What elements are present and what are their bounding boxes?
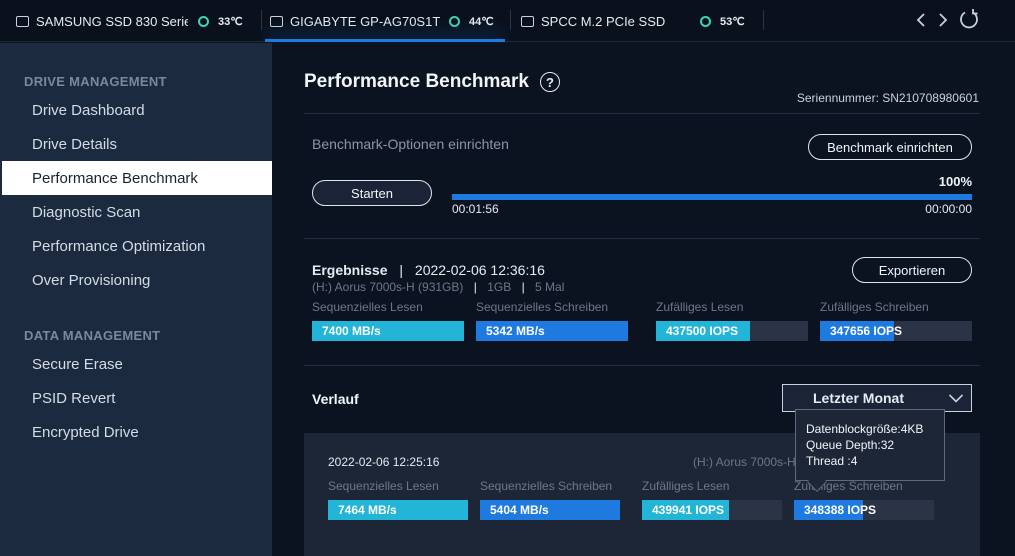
- results-datetime: 2022-02-06 12:36:16: [414, 262, 545, 278]
- tooltip: Datenblockgröße:4KB Queue Depth:32 Threa…: [795, 409, 945, 492]
- results-heading: Ergebnisse | 2022-02-06 12:36:16: [312, 262, 545, 278]
- chevron-left-icon[interactable]: [915, 10, 927, 34]
- page-title: Performance Benchmark: [304, 71, 529, 92]
- rand-write-value: 347656 IOPS: [830, 324, 903, 338]
- rand-read-value: 439941 IOPS: [652, 503, 725, 517]
- seq-read-value: 7400 MB/s: [322, 324, 381, 338]
- history-filter-value: Letzter Monat: [813, 390, 904, 406]
- seq-write-value: 5342 MB/s: [486, 324, 545, 338]
- history-datetime: 2022-02-06 12:25:16: [328, 455, 440, 469]
- sidebar-item-drive-details[interactable]: Drive Details: [2, 127, 272, 161]
- drive-icon: [270, 15, 283, 27]
- rand-write-label: Zufälliges Schreiben: [820, 300, 929, 314]
- temperature-status-icon: [198, 15, 209, 27]
- sidebar-item-performance-optimization[interactable]: Performance Optimization: [2, 229, 272, 263]
- drive-tab-bar: SAMSUNG SSD 830 Series 33℃ GIGABYTE GP-A…: [0, 0, 1015, 42]
- rand-write-value: 348388 IOPS: [804, 503, 877, 517]
- active-tab-indicator: [265, 39, 505, 42]
- start-button[interactable]: Starten: [312, 180, 432, 206]
- history-drive: (H:) Aorus 7000s-H: [693, 455, 796, 469]
- drive-tab-name: SAMSUNG SSD 830 Series: [36, 13, 188, 29]
- history-filter-select[interactable]: Letzter Monat: [782, 384, 972, 412]
- seq-read-value: 7464 MB/s: [338, 503, 397, 517]
- sidebar-item-drive-dashboard[interactable]: Drive Dashboard: [2, 93, 272, 127]
- divider: [304, 365, 980, 366]
- temp-value: 33℃: [218, 15, 243, 28]
- rand-read-bar: 437500 IOPS: [656, 321, 808, 341]
- tab-divider: [510, 10, 511, 30]
- sidebar-item-psid-revert[interactable]: PSID Revert: [2, 381, 272, 415]
- results-size: 1GB: [487, 280, 512, 294]
- results-title: Ergebnisse: [312, 262, 388, 278]
- separator: |: [521, 280, 525, 294]
- seq-read-bar: 7400 MB/s: [312, 321, 464, 341]
- seq-write-bar: 5342 MB/s: [476, 321, 628, 341]
- temperature-status-icon: [449, 15, 460, 27]
- drive-tab-1[interactable]: GIGABYTE GP-AG70S1TB: [270, 0, 440, 42]
- separator: |: [399, 262, 404, 278]
- drive-tab-2[interactable]: SPCC M.2 PCIe SSD: [521, 0, 691, 42]
- rand-write-bar: 348388 IOPS: [794, 500, 934, 520]
- results-runs: 5 Mal: [535, 280, 565, 294]
- drive-temp-2: 53℃: [700, 0, 745, 42]
- rand-read-bar: 439941 IOPS: [642, 500, 782, 520]
- results-drive: (H:) Aorus 7000s-H (931GB): [312, 280, 464, 294]
- tab-divider: [261, 10, 262, 30]
- data-management-title: DATA MANAGEMENT: [24, 328, 161, 343]
- temp-value: 44℃: [469, 15, 494, 28]
- temperature-status-icon: [700, 15, 711, 27]
- drive-tab-0[interactable]: SAMSUNG SSD 830 Series: [16, 0, 188, 42]
- seq-read-bar: 7464 MB/s: [328, 500, 468, 520]
- benchmark-options-label: Benchmark-Optionen einrichten: [312, 136, 509, 152]
- rand-read-value: 437500 IOPS: [666, 324, 739, 338]
- rand-read-label: Zufälliges Lesen: [656, 300, 744, 314]
- elapsed-time: 00:01:56: [452, 202, 499, 216]
- tab-divider: [763, 10, 764, 30]
- rand-write-bar: 347656 IOPS: [820, 321, 972, 341]
- drive-tab-name: GIGABYTE GP-AG70S1TB: [290, 13, 440, 29]
- sidebar-item-performance-benchmark[interactable]: Performance Benchmark: [2, 161, 272, 195]
- sidebar-item-secure-erase[interactable]: Secure Erase: [2, 347, 272, 381]
- drive-management-title: DRIVE MANAGEMENT: [24, 74, 167, 89]
- sidebar-item-diagnostic-scan[interactable]: Diagnostic Scan: [2, 195, 272, 229]
- history-heading: Verlauf: [312, 391, 359, 407]
- refresh-icon[interactable]: [958, 8, 980, 34]
- tooltip-queue-depth: Queue Depth:32: [806, 438, 895, 452]
- chevron-down-icon: [949, 394, 963, 403]
- seq-read-label: Sequenzielles Lesen: [328, 479, 439, 493]
- chevron-right-icon[interactable]: [937, 10, 949, 34]
- seq-write-label: Sequenzielles Schreiben: [480, 479, 613, 493]
- rand-read-label: Zufälliges Lesen: [642, 479, 730, 493]
- serial-number: Seriennummer: SN210708980601: [796, 91, 979, 105]
- drive-tab-name: SPCC M.2 PCIe SSD: [541, 13, 666, 29]
- drive-icon: [16, 15, 29, 27]
- remaining-time: 00:00:00: [925, 202, 972, 216]
- main-panel: Performance Benchmark ? Seriennummer: SN…: [272, 43, 1015, 556]
- progress-fill: [452, 194, 972, 200]
- temp-value: 53℃: [720, 15, 745, 28]
- progress-percent: 100%: [938, 174, 972, 189]
- separator: |: [473, 280, 477, 294]
- drive-temp-0: 33℃: [198, 0, 243, 42]
- results-meta: (H:) Aorus 7000s-H (931GB) | 1GB | 5 Mal: [312, 280, 564, 294]
- help-icon[interactable]: ?: [540, 72, 560, 92]
- sidebar-item-encrypted-drive[interactable]: Encrypted Drive: [2, 415, 272, 449]
- seq-write-bar: 5404 MB/s: [480, 500, 620, 520]
- drive-icon: [521, 15, 534, 27]
- sidebar-item-over-provisioning[interactable]: Over Provisioning: [2, 263, 272, 297]
- setup-benchmark-button[interactable]: Benchmark einrichten: [808, 134, 972, 160]
- drive-temp-1: 44℃: [449, 0, 494, 42]
- seq-write-label: Sequenzielles Schreiben: [476, 300, 609, 314]
- divider: [304, 113, 980, 114]
- seq-read-label: Sequenzielles Lesen: [312, 300, 423, 314]
- sidebar: DRIVE MANAGEMENT Drive Dashboard Drive D…: [0, 43, 272, 556]
- export-button[interactable]: Exportieren: [852, 257, 972, 283]
- seq-write-value: 5404 MB/s: [490, 503, 549, 517]
- tooltip-thread: Thread :4: [806, 454, 858, 468]
- tooltip-block-size: Datenblockgröße:4KB: [806, 422, 924, 436]
- divider: [304, 238, 980, 239]
